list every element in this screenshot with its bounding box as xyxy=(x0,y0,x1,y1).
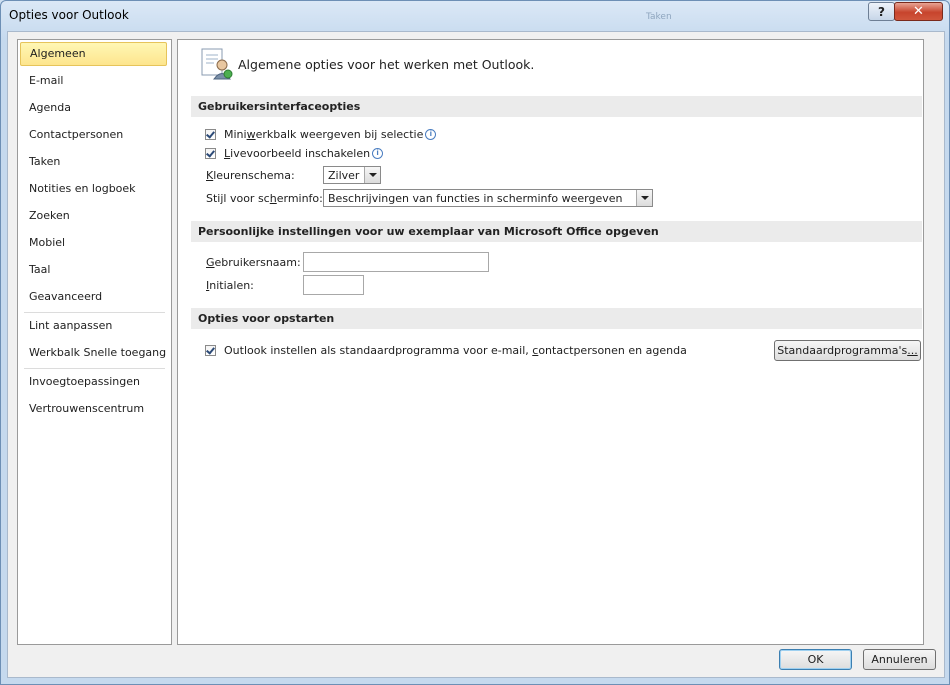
default-program-label: Outlook instellen als standaardprogramma… xyxy=(224,343,687,357)
default-program-option[interactable]: Outlook instellen als standaardprogramma… xyxy=(205,342,687,358)
live-preview-option[interactable]: Livevoorbeeld inschakelen i xyxy=(205,145,384,161)
nav-item-vertrouwenscentrum[interactable]: Vertrouwenscentrum xyxy=(20,397,167,421)
mini-toolbar-option[interactable]: Miniwerkbalk weergeven bij selectie i xyxy=(205,126,437,142)
nav-item-notities[interactable]: Notities en logboek xyxy=(20,177,167,201)
username-field[interactable] xyxy=(303,252,489,272)
nav-item-lint-aanpassen[interactable]: Lint aanpassen xyxy=(20,314,167,338)
nav-separator xyxy=(24,368,165,369)
screentip-style-dropdown[interactable]: Beschrijvingen van functies in scherminf… xyxy=(323,189,653,207)
section-header-personal: Persoonlijke instellingen voor uw exempl… xyxy=(191,221,922,242)
options-panel: Algemene opties voor het werken met Outl… xyxy=(177,39,924,645)
nav-item-geavanceerd[interactable]: Geavanceerd xyxy=(20,285,167,309)
page-title: Algemene opties voor het werken met Outl… xyxy=(238,57,535,72)
dialog-client-area: Algemeen E-mail Agenda Contactpersonen T… xyxy=(7,31,945,678)
mini-toolbar-label: Miniwerkbalk weergeven bij selectie xyxy=(224,127,424,141)
live-preview-label: Livevoorbeeld inschakelen xyxy=(224,146,371,160)
screentip-style-value: Beschrijvingen van functies in scherminf… xyxy=(328,191,623,205)
general-options-icon xyxy=(198,47,234,81)
nav-item-contactpersonen[interactable]: Contactpersonen xyxy=(20,123,167,147)
section-header-ui: Gebruikersinterfaceopties xyxy=(191,96,922,117)
color-scheme-value: Zilver xyxy=(328,168,360,182)
info-icon[interactable]: i xyxy=(425,128,437,140)
nav-item-algemeen[interactable]: Algemeen xyxy=(20,42,167,66)
nav-item-invoegtoepassingen[interactable]: Invoegtoepassingen xyxy=(20,370,167,394)
close-icon: ✕ xyxy=(913,4,924,19)
cancel-button[interactable]: Annuleren xyxy=(863,649,936,670)
background-window-title: Taken xyxy=(646,12,672,22)
help-button[interactable]: ? xyxy=(868,2,895,21)
info-icon[interactable]: i xyxy=(372,147,384,159)
username-label: Gebruikersnaam: xyxy=(206,256,301,269)
ok-button[interactable]: OK xyxy=(779,649,852,670)
nav-item-email[interactable]: E-mail xyxy=(20,69,167,93)
nav-item-agenda[interactable]: Agenda xyxy=(20,96,167,120)
live-preview-checkbox[interactable] xyxy=(205,147,216,159)
nav-item-zoeken[interactable]: Zoeken xyxy=(20,204,167,228)
color-scheme-label: Kleurenschema: xyxy=(206,169,295,182)
title-bar[interactable]: Opties voor Outlook Taken ? ✕ xyxy=(1,1,949,29)
close-button[interactable]: ✕ xyxy=(894,2,943,21)
default-program-checkbox[interactable] xyxy=(205,344,216,356)
help-icon: ? xyxy=(878,4,885,19)
screentip-style-label: Stijl voor scherminfo: xyxy=(206,192,323,205)
window-title: Opties voor Outlook xyxy=(9,8,129,22)
default-programs-button[interactable]: Standaardprogramma's... xyxy=(774,340,921,361)
nav-item-taal[interactable]: Taal xyxy=(20,258,167,282)
nav-item-taken[interactable]: Taken xyxy=(20,150,167,174)
section-header-startup: Opties voor opstarten xyxy=(191,308,922,329)
category-list: Algemeen E-mail Agenda Contactpersonen T… xyxy=(17,39,172,645)
initials-field[interactable] xyxy=(303,275,364,295)
nav-item-mobiel[interactable]: Mobiel xyxy=(20,231,167,255)
color-scheme-dropdown[interactable]: Zilver xyxy=(323,166,381,184)
options-dialog: Opties voor Outlook Taken ? ✕ Algemeen E… xyxy=(0,0,950,685)
chevron-down-icon[interactable] xyxy=(636,190,652,206)
nav-item-werkbalk-snelle-toegang[interactable]: Werkbalk Snelle toegang xyxy=(20,341,167,365)
mini-toolbar-checkbox[interactable] xyxy=(205,128,216,140)
chevron-down-icon[interactable] xyxy=(364,167,380,183)
nav-separator xyxy=(24,312,165,313)
initials-label: Initialen: xyxy=(206,279,254,292)
